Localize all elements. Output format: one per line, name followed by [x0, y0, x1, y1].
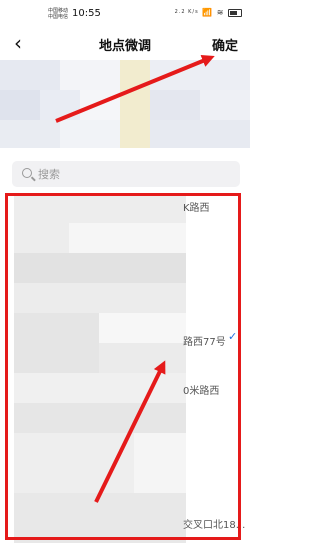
- status-time: 10:55: [72, 8, 101, 19]
- search-icon: [22, 168, 32, 178]
- list-item-text[interactable]: 0米路西: [183, 382, 219, 397]
- location-list[interactable]: K路西 路西77号 ✓ 0米路西 交叉口北18...: [0, 193, 250, 550]
- confirm-button[interactable]: 确定: [212, 35, 238, 54]
- carrier-2: 中国电信: [48, 14, 69, 20]
- check-icon: ✓: [228, 330, 238, 343]
- map-view[interactable]: [0, 60, 250, 148]
- list-item-text[interactable]: K路西: [183, 199, 210, 214]
- signal-icon: 📶: [202, 8, 214, 17]
- blurred-content: [14, 193, 186, 543]
- search-input[interactable]: 搜索: [12, 161, 240, 187]
- wifi-icon: ≋: [216, 8, 225, 17]
- network-speed: 2.2 K/s: [174, 9, 199, 15]
- list-item-text[interactable]: 交叉口北18...: [183, 516, 245, 531]
- status-bar: 中国移动 中国电信 10:55 2.2 K/s 📶 ≋: [0, 0, 250, 26]
- list-item-text[interactable]: 路西77号: [183, 333, 226, 348]
- battery-icon: [228, 8, 242, 17]
- carrier-labels: 中国移动 中国电信: [48, 8, 68, 20]
- search-placeholder: 搜索: [38, 168, 60, 181]
- nav-header: ‹ 地点微调 确定: [0, 26, 250, 62]
- status-icons: 2.2 K/s 📶 ≋: [175, 8, 242, 17]
